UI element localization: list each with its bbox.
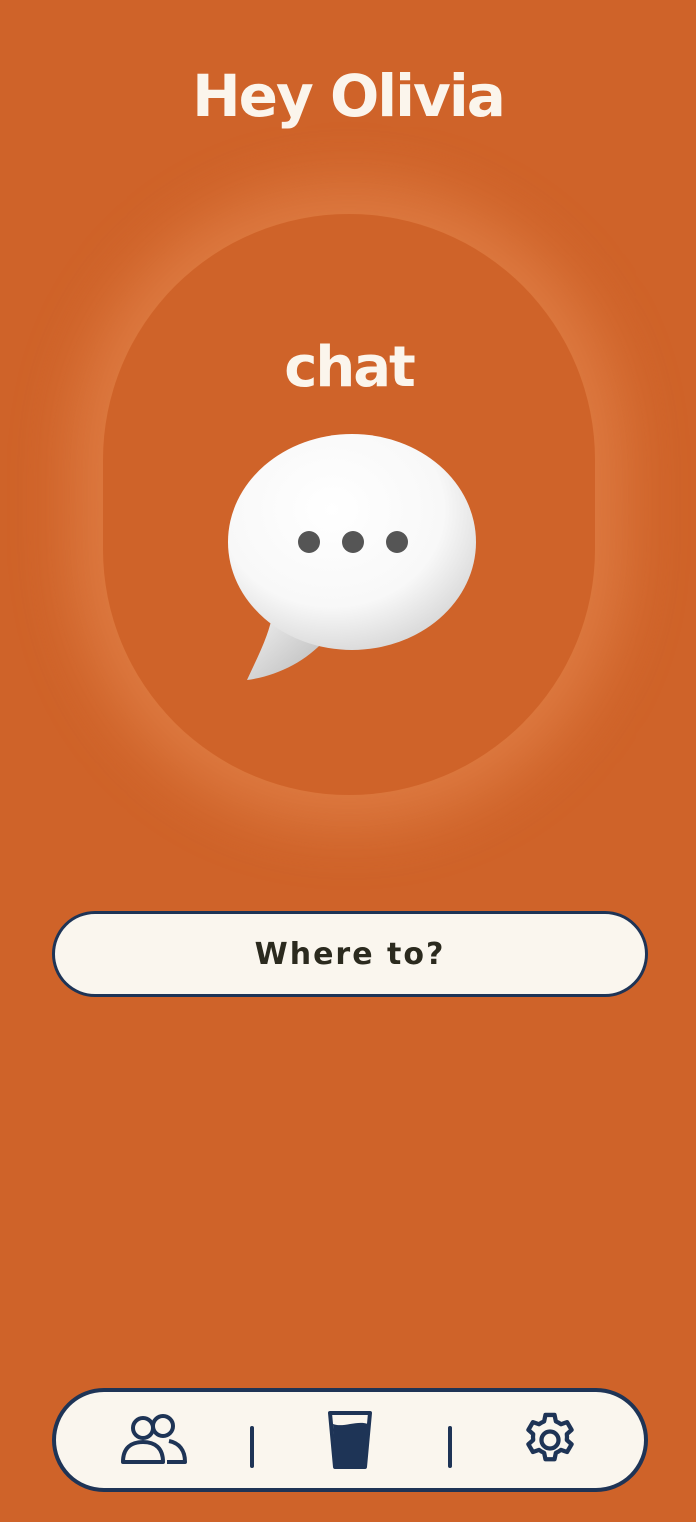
bottom-nav bbox=[52, 1388, 648, 1492]
nav-divider bbox=[448, 1426, 452, 1468]
gear-icon bbox=[518, 1408, 582, 1472]
chat-card[interactable]: chat bbox=[103, 214, 595, 795]
speech-bubble-icon bbox=[221, 432, 481, 692]
nav-divider bbox=[250, 1426, 254, 1468]
chat-label: chat bbox=[284, 335, 416, 400]
friends-button[interactable] bbox=[114, 1402, 194, 1478]
settings-button[interactable] bbox=[510, 1402, 590, 1478]
page-title: Hey Olivia bbox=[192, 62, 506, 130]
drinks-button[interactable] bbox=[310, 1402, 390, 1478]
people-icon bbox=[119, 1412, 189, 1468]
where-to-button[interactable]: Where to? bbox=[52, 911, 648, 997]
drink-glass-icon bbox=[325, 1410, 375, 1470]
